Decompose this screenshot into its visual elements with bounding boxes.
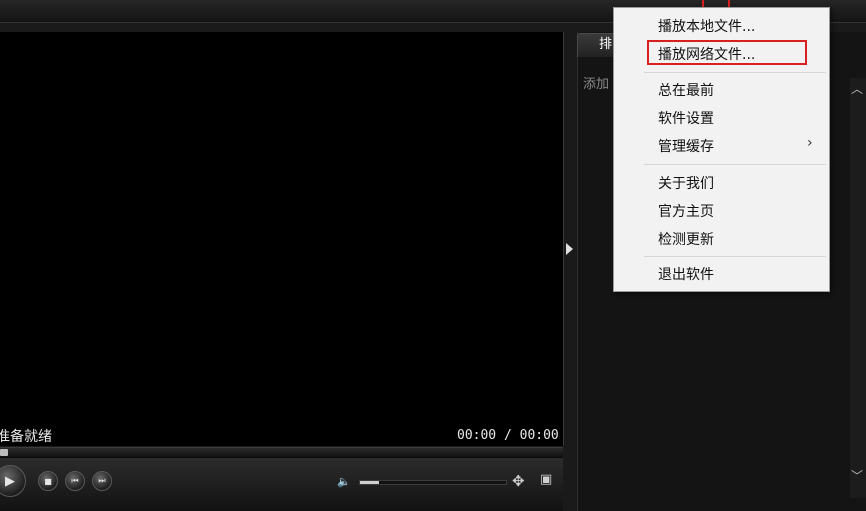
progress-handle[interactable] [0,449,8,456]
menu-item-always-on-top[interactable]: 总在最前 [658,80,714,100]
next-icon: ⏭ [98,476,106,485]
volume-level [360,481,379,484]
screen-icon[interactable]: ▣ [540,472,552,487]
menu-item-about[interactable]: 关于我们 [658,173,714,193]
progress-bar[interactable] [0,447,563,458]
chevron-right-icon: › [807,135,813,151]
menu-item-play-local[interactable]: 播放本地文件... [658,16,755,36]
stop-button[interactable]: ■ [38,471,58,491]
playlist-hint: 添加 [583,77,610,92]
play-icon: ▶ [5,473,15,489]
previous-icon: ⏮ [71,476,79,485]
menu-separator [644,164,826,165]
time-display: 00:00 / 00:00 [457,428,559,443]
menu-item-homepage[interactable]: 官方主页 [658,201,714,221]
menu-separator [644,256,826,257]
menu-item-exit[interactable]: 退出软件 [658,264,714,284]
volume-slider[interactable] [359,480,507,485]
stop-icon: ■ [44,476,52,486]
menu-item-check-update[interactable]: 检测更新 [658,229,714,249]
scroll-up-icon[interactable]: ︿ [851,80,863,97]
video-display[interactable] [0,32,564,446]
context-menu: 播放本地文件... 播放网络文件... 总在最前 软件设置 管理缓存 › 关于我… [613,7,830,292]
previous-button[interactable]: ⏮ [65,471,85,491]
status-text: 准备就绪 [0,429,52,445]
highlight-box [647,40,807,65]
menu-item-manage-cache[interactable]: 管理缓存 [658,136,714,156]
playlist-scrollbar[interactable] [850,78,866,498]
move-icon[interactable]: ✥ [512,472,525,490]
volume-icon[interactable]: 🔈 [337,475,351,488]
collapse-panel-button[interactable] [566,243,573,255]
scroll-down-icon[interactable]: ﹀ [851,467,863,484]
menu-separator [644,72,826,73]
menu-item-settings[interactable]: 软件设置 [658,108,714,128]
next-button[interactable]: ⏭ [92,471,112,491]
